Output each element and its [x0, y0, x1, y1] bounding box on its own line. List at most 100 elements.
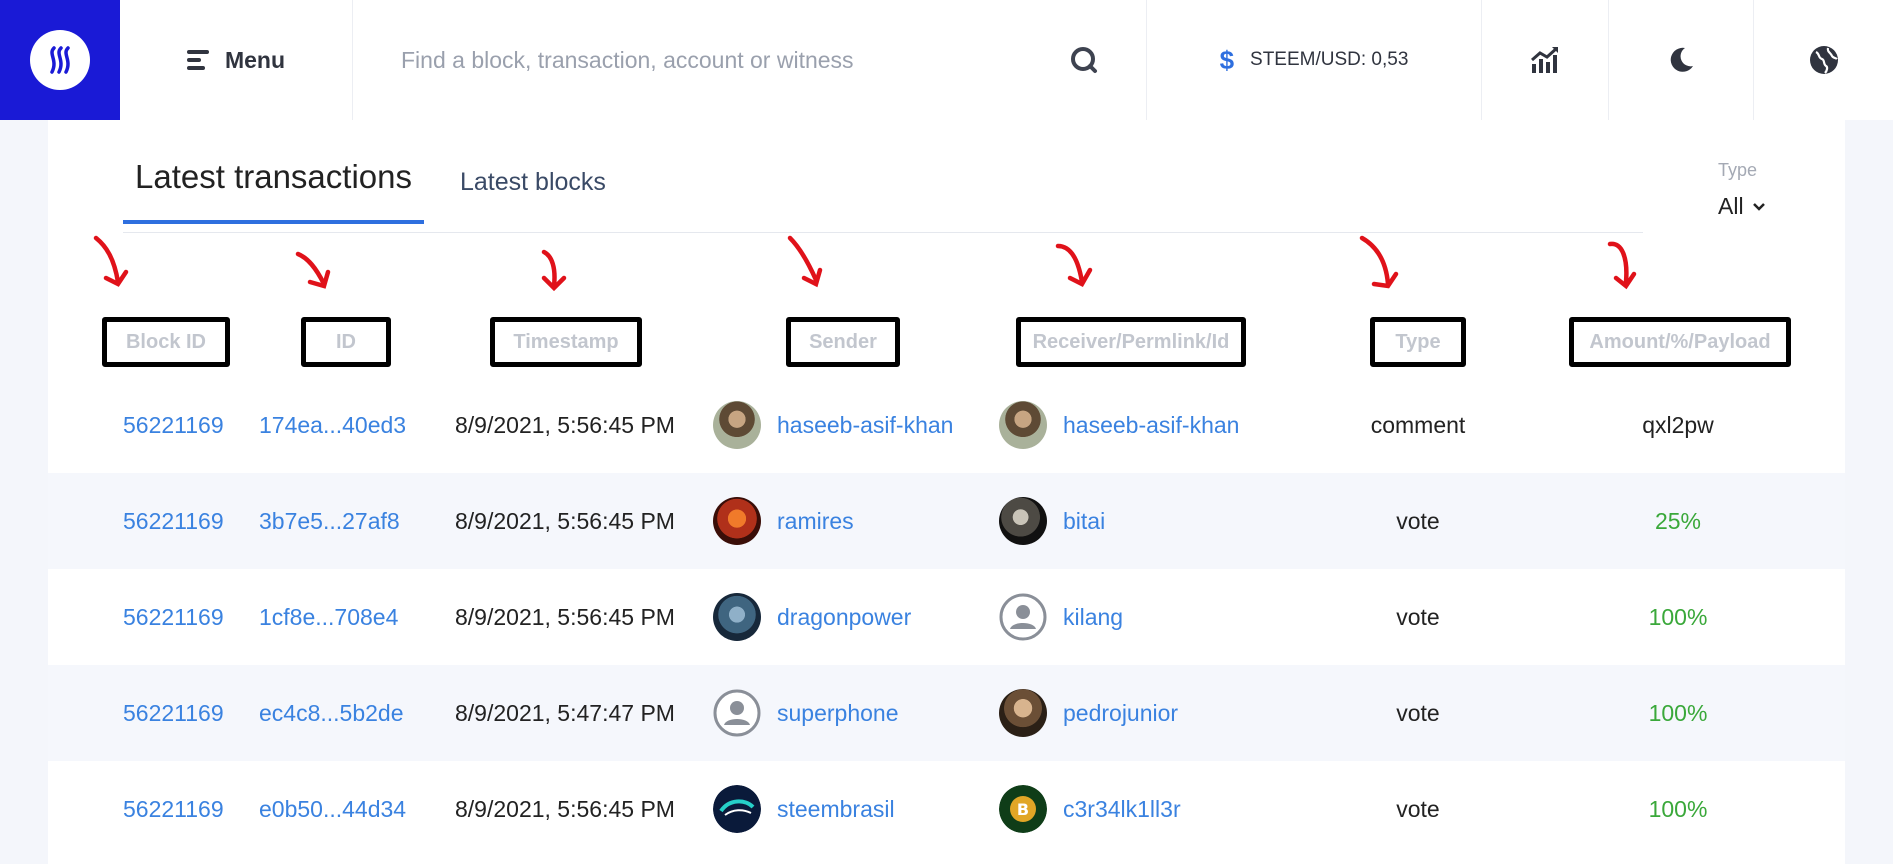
column-header-id[interactable]: ID: [301, 317, 391, 367]
avatar[interactable]: [999, 497, 1047, 545]
table-row: 56221169 3b7e5...27af8 8/9/2021, 5:56:45…: [48, 473, 1845, 569]
timestamp: 8/9/2021, 5:56:45 PM: [455, 603, 675, 630]
sender-cell: haseeb-asif-khan: [713, 377, 953, 473]
sender-cell: steembrasil: [713, 761, 895, 857]
operation-type: vote: [1396, 699, 1440, 726]
sender-link[interactable]: superphone: [777, 700, 899, 727]
transaction-id-link[interactable]: 174ea...40ed3: [259, 377, 406, 473]
avatar[interactable]: [713, 401, 761, 449]
sender-cell: dragonpower: [713, 569, 911, 665]
sender-link[interactable]: haseeb-asif-khan: [777, 412, 953, 439]
transaction-id-link[interactable]: e0b50...44d34: [259, 761, 406, 857]
sender-link[interactable]: dragonpower: [777, 604, 911, 631]
column-header-sender[interactable]: Sender: [786, 317, 900, 367]
amount-payload: qxl2pw: [1642, 411, 1714, 438]
steem-logo[interactable]: [0, 0, 120, 120]
chart-icon: [1531, 46, 1559, 73]
price-ticker: $ STEEM/USD: 0,53: [1147, 0, 1482, 120]
bitcoin-avatar-icon[interactable]: B: [999, 785, 1047, 833]
operation-type: vote: [1396, 507, 1440, 534]
chevron-down-icon: [1752, 202, 1765, 211]
receiver-cell: pedrojunior: [999, 665, 1178, 761]
search-bar: [353, 0, 1147, 120]
tab-latest-transactions[interactable]: Latest transactions: [123, 158, 424, 224]
operation-type: vote: [1396, 795, 1440, 822]
column-header-amount[interactable]: Amount/%/Payload: [1569, 317, 1791, 367]
block-id-link[interactable]: 56221169: [123, 761, 224, 857]
chart-button[interactable]: [1482, 0, 1609, 120]
search-input[interactable]: [401, 46, 1070, 74]
sender-cell: superphone: [713, 665, 899, 761]
default-avatar-icon[interactable]: [999, 593, 1047, 641]
operation-type: comment: [1370, 411, 1466, 438]
receiver-link[interactable]: kilang: [1063, 604, 1123, 631]
receiver-cell: kilang: [999, 569, 1123, 665]
timestamp: 8/9/2021, 5:47:47 PM: [455, 699, 675, 726]
avatar[interactable]: [999, 689, 1047, 737]
timestamp: 8/9/2021, 5:56:45 PM: [455, 507, 675, 534]
tab-bar: Latest transactions Latest blocks: [123, 158, 618, 224]
table-row: 56221169 1cf8e...708e4 8/9/2021, 5:56:45…: [48, 569, 1845, 665]
sender-link[interactable]: ramires: [777, 508, 854, 535]
globe-icon: [1809, 46, 1838, 74]
amount-payload: 100%: [1648, 603, 1708, 630]
receiver-link[interactable]: c3r34lk1ll3r: [1063, 796, 1181, 823]
receiver-link[interactable]: bitai: [1063, 508, 1105, 535]
table-row: 56221169 174ea...40ed3 8/9/2021, 5:56:45…: [48, 377, 1845, 473]
dark-mode-toggle[interactable]: [1609, 0, 1754, 120]
search-icon[interactable]: [1070, 46, 1098, 74]
menu-label: Menu: [224, 46, 286, 73]
receiver-link[interactable]: pedrojunior: [1063, 700, 1178, 727]
annotation-arrow-icon: [541, 249, 567, 292]
column-header-timestamp[interactable]: Timestamp: [490, 317, 642, 367]
steem-logo-icon: [30, 30, 90, 90]
column-header-type[interactable]: Type: [1370, 317, 1466, 367]
annotation-arrow-icon: [93, 235, 129, 287]
table-row: 56221169 ec4c8...5b2de 8/9/2021, 5:47:47…: [48, 665, 1845, 761]
timestamp: 8/9/2021, 5:56:45 PM: [455, 795, 675, 822]
annotation-arrow-icon: [787, 235, 823, 288]
timestamp: 8/9/2021, 5:56:45 PM: [455, 411, 675, 438]
language-button[interactable]: [1754, 0, 1893, 120]
operation-type: vote: [1396, 603, 1440, 630]
transaction-id-link[interactable]: ec4c8...5b2de: [259, 665, 404, 761]
type-filter-value: All: [1718, 193, 1744, 219]
avatar[interactable]: [713, 593, 761, 641]
receiver-cell: B c3r34lk1ll3r: [999, 761, 1181, 857]
block-id-link[interactable]: 56221169: [123, 569, 224, 665]
block-id-link[interactable]: 56221169: [123, 473, 224, 569]
receiver-cell: bitai: [999, 473, 1105, 569]
avatar[interactable]: [713, 497, 761, 545]
type-filter-label: Type: [1718, 160, 1758, 180]
column-header-receiver[interactable]: Receiver/Permlink/Id: [1016, 317, 1246, 367]
type-filter: Type All: [1718, 160, 1766, 220]
receiver-link[interactable]: haseeb-asif-khan: [1063, 412, 1239, 439]
tab-latest-blocks[interactable]: Latest blocks: [424, 168, 618, 224]
price-label: STEEM/USD: 0,53: [1250, 49, 1409, 70]
amount-payload: 25%: [1654, 507, 1702, 534]
sender-cell: ramires: [713, 473, 854, 569]
receiver-cell: haseeb-asif-khan: [999, 377, 1239, 473]
sender-link[interactable]: steembrasil: [777, 796, 895, 823]
moon-icon: [1670, 47, 1693, 72]
block-id-link[interactable]: 56221169: [123, 665, 224, 761]
table-row: 56221169 e0b50...44d34 8/9/2021, 5:56:45…: [48, 761, 1845, 857]
annotation-arrow-icon: [295, 251, 331, 289]
avatar[interactable]: [999, 401, 1047, 449]
transactions-card: Latest transactions Latest blocks Type A…: [48, 120, 1845, 864]
column-header-block-id[interactable]: Block ID: [102, 317, 230, 367]
menu-icon: [186, 50, 209, 70]
type-filter-select[interactable]: All: [1718, 193, 1766, 220]
dollar-icon: $: [1219, 44, 1235, 75]
annotation-arrow-icon: [1359, 235, 1399, 289]
default-avatar-icon[interactable]: [713, 689, 761, 737]
block-id-link[interactable]: 56221169: [123, 377, 224, 473]
svg-text:B: B: [1017, 800, 1029, 819]
menu-button[interactable]: Menu: [120, 0, 353, 120]
steembrasil-logo-icon[interactable]: [713, 785, 761, 833]
amount-payload: 100%: [1648, 699, 1708, 726]
transaction-id-link[interactable]: 3b7e5...27af8: [259, 473, 400, 569]
annotation-arrow-icon: [1055, 243, 1093, 287]
transaction-id-link[interactable]: 1cf8e...708e4: [259, 569, 398, 665]
top-bar: Menu $ STEEM/USD: 0,53: [0, 0, 1893, 120]
